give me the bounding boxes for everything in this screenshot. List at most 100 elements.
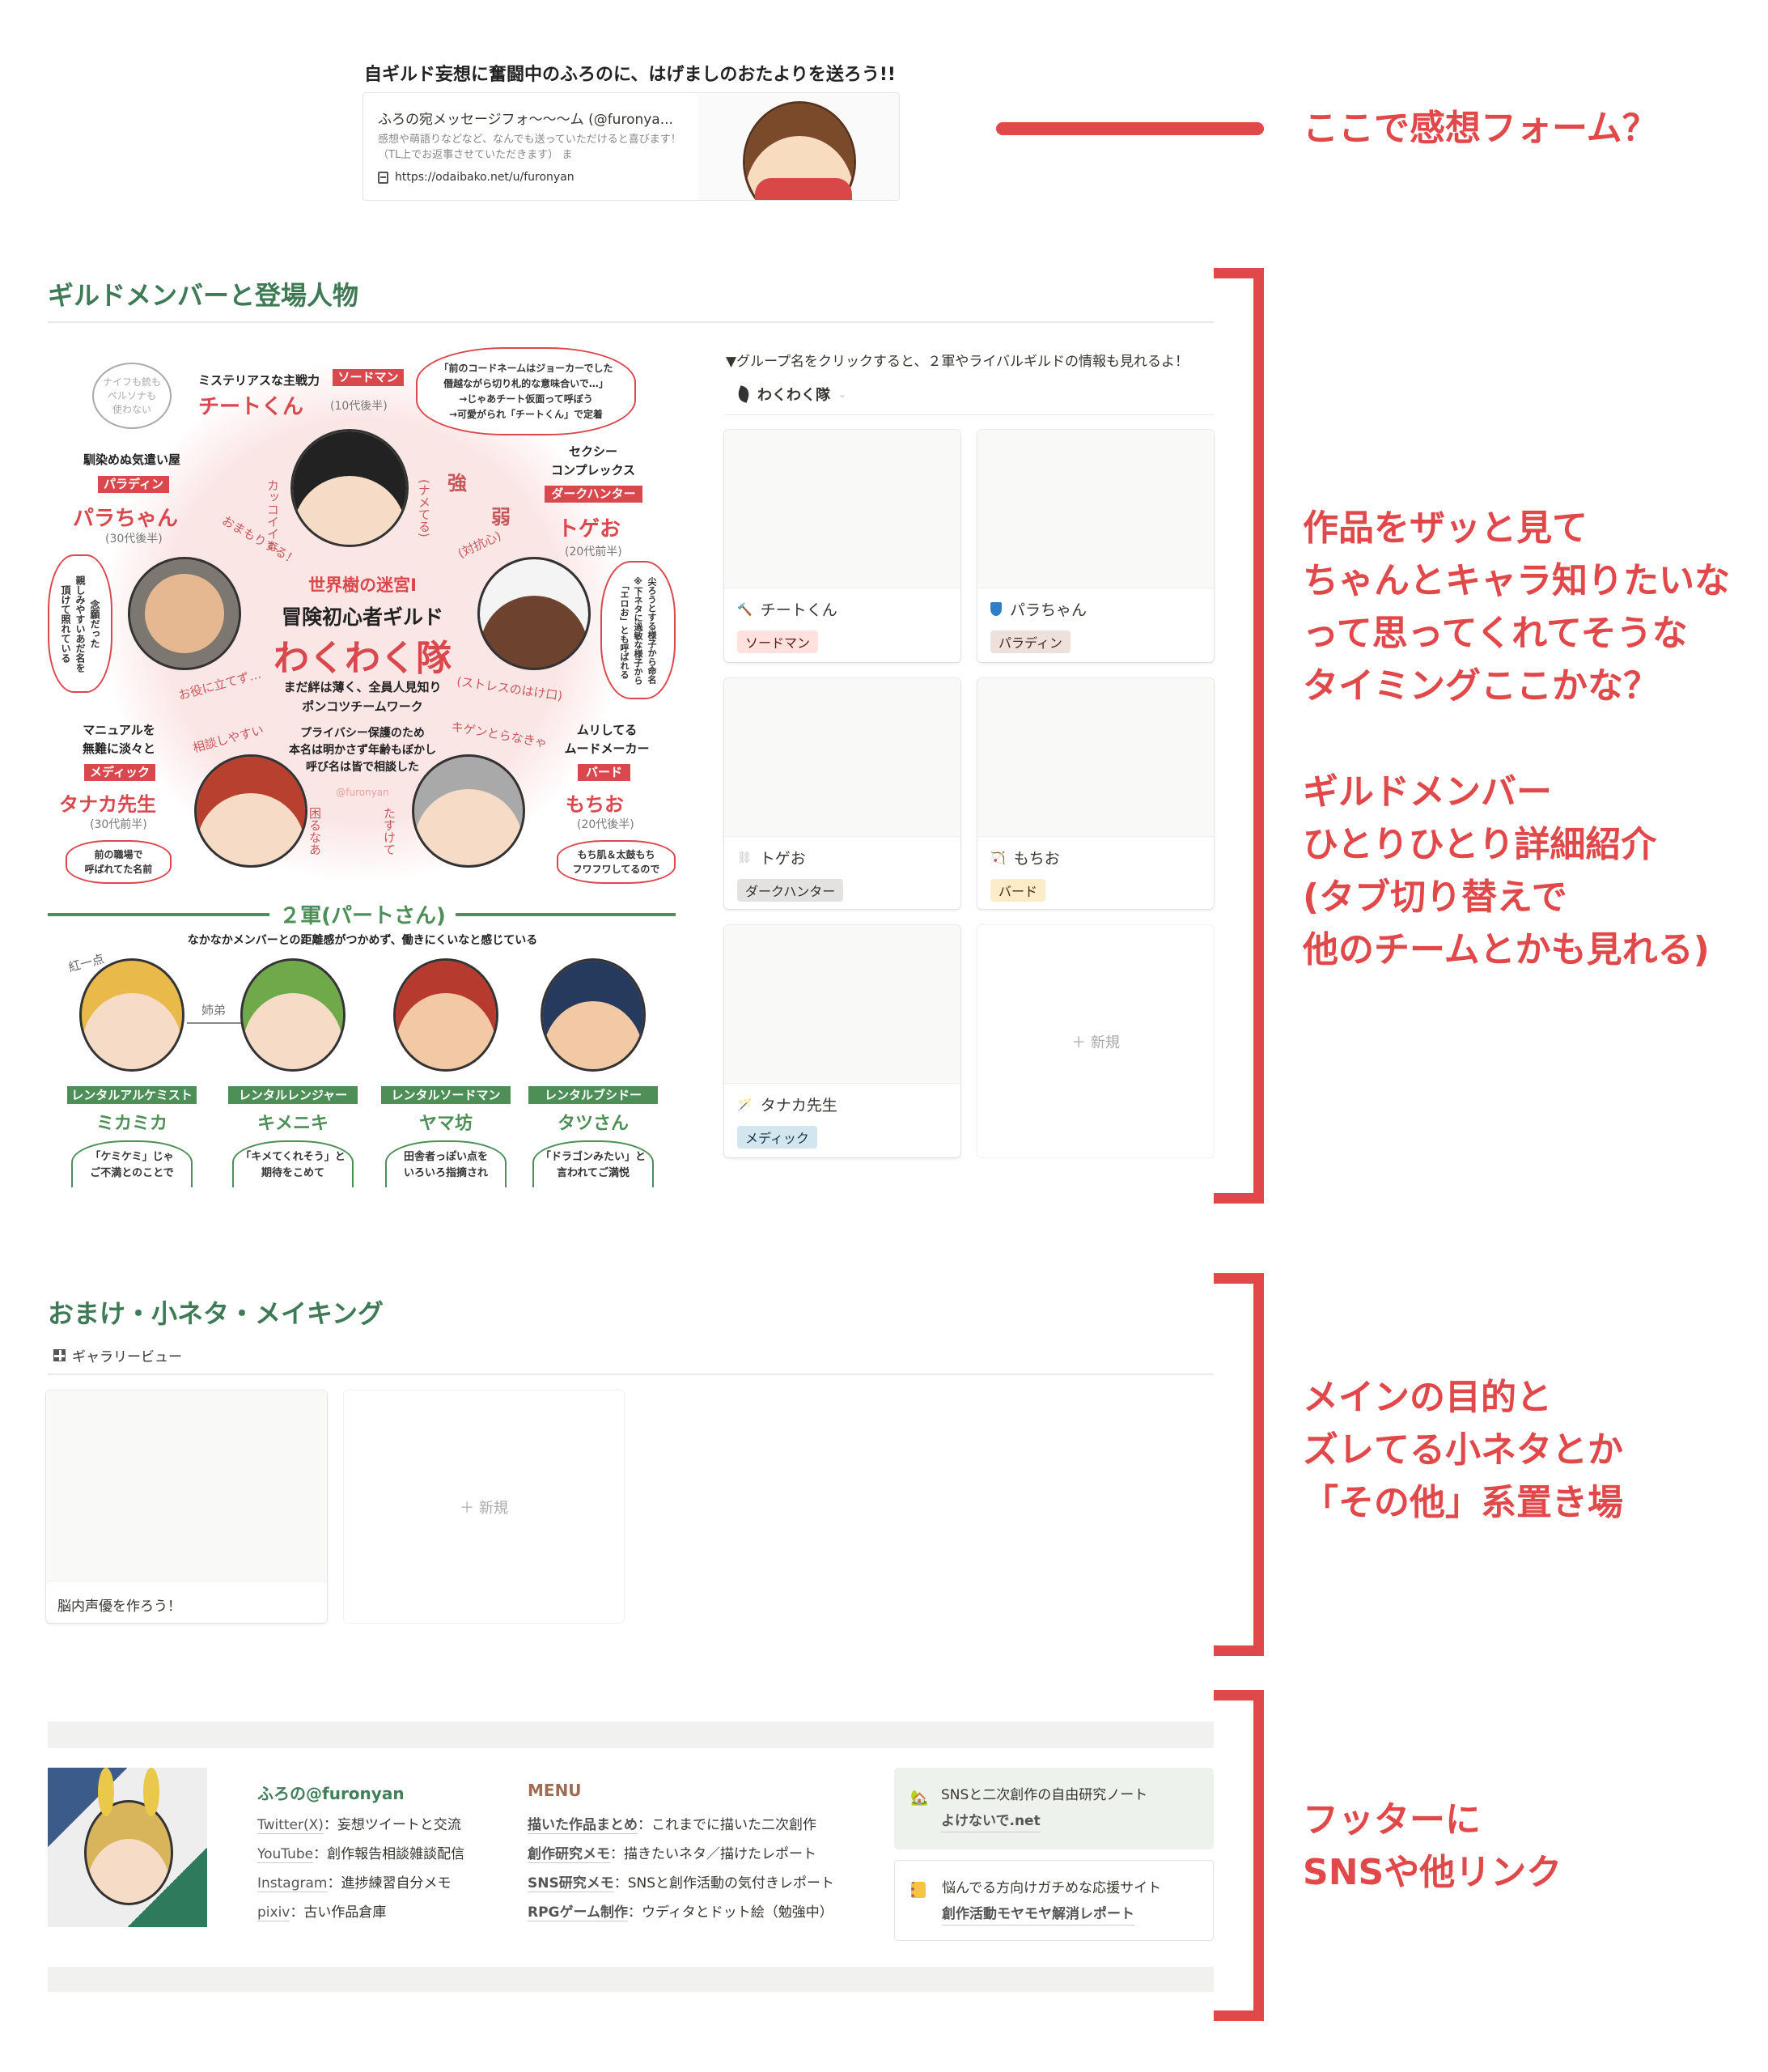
group-tab-label: わくわく隊 — [757, 387, 830, 404]
mochi-caption-2: ムードメーカー — [564, 741, 650, 756]
card-tag: ソードマン — [737, 631, 819, 653]
link-label[interactable]: Instagram — [257, 1875, 328, 1892]
menu-link-sns-notes[interactable]: SNS研究メモ：SNSと創作活動の気付きレポート — [528, 1871, 834, 1892]
mochi-caption-1: ムリしてる — [576, 723, 638, 737]
sns-link-instagram[interactable]: Instagram：進捗練習自分メモ — [257, 1871, 452, 1892]
siblings-arrow — [187, 1022, 244, 1024]
second-name: ヤマ坊 — [418, 1114, 473, 1134]
para-age: (30代後半) — [105, 533, 163, 546]
link-label[interactable]: 描いた作品まとめ — [528, 1817, 638, 1834]
bookmark-url: https://odaibako.net/u/furonyan — [395, 171, 574, 184]
house-icon: 🏡 — [910, 1790, 929, 1807]
toge-face — [477, 557, 591, 670]
tanaka-job: メディック — [84, 764, 155, 781]
cheat-age: (10代後半) — [330, 400, 388, 413]
privacy-2: 本名は明かさず年齢もぼかし — [289, 744, 436, 757]
guild-illustration: 世界樹の迷宮Ⅰ 冒険初心者ギルド わくわく隊 まだ絆は薄く、全員人見知り ポンコ… — [48, 346, 676, 1187]
callout-link[interactable]: 創作活動モヤモヤ解消レポート — [942, 1904, 1134, 1926]
second-bubble: 田舎者っぽい点を いろいろ指摘され — [385, 1140, 507, 1187]
annotation-line-text: 他のチームとかも見れる) — [1303, 929, 1710, 970]
cheat-face — [290, 429, 409, 547]
group-divider — [724, 414, 1214, 415]
card-tag: パラディン — [990, 631, 1071, 653]
member-card[interactable]: パラちゃん パラディン — [977, 430, 1214, 662]
annotation-line-text: ひとりひとり詳細紹介 — [1303, 824, 1657, 865]
extras-divider — [48, 1374, 1214, 1375]
sns-link-youtube[interactable]: YouTube：創作報告相談雑談配信 — [257, 1842, 465, 1863]
relation-label: 強 — [447, 472, 467, 495]
member-card[interactable]: 🔨 チートくん ソードマン — [724, 430, 960, 662]
gallery-view-tab[interactable]: ギャラリービュー — [53, 1345, 182, 1365]
mochi-name: もちお — [566, 793, 624, 816]
annotation-line-text: フッターに — [1303, 1799, 1481, 1841]
link-label[interactable]: 創作研究メモ — [528, 1846, 610, 1863]
member-card[interactable]: ⛓ トゲお ダークハンター — [724, 678, 960, 909]
menu-link-creation-notes[interactable]: 創作研究メモ：描きたいネタ／描けたレポート — [528, 1842, 816, 1863]
second-job: レンタルレンジャー — [228, 1086, 358, 1104]
tanaka-bubble: 前の職場で 呼ばれてた名前 — [66, 840, 172, 884]
card-cover — [977, 430, 1214, 588]
card-title: チートくん — [760, 601, 837, 619]
bookmark-title: ふろの宛メッセージフォ〜〜〜ム (@furonya... — [378, 112, 673, 128]
notebook-icon — [911, 1882, 926, 1898]
annotation-line-text: 「その他」系置き場 — [1303, 1482, 1623, 1523]
title-party: わくわく隊 — [273, 638, 452, 679]
second-team-heading: ２軍(パートさん) — [269, 899, 456, 929]
new-card-button[interactable]: ＋ 新規 — [977, 925, 1214, 1157]
card-title: パラちゃん — [1010, 601, 1088, 619]
callout-link[interactable]: よけないで.net — [941, 1811, 1041, 1832]
second-job: レンタルアルケミスト — [67, 1086, 197, 1104]
sns-link-twitter[interactable]: Twitter(X)：妄想ツイートと交流 — [257, 1813, 461, 1834]
bookmark-description: 感想や萌語りなどなど、なんでも送っていただけると喜びます！（TL上でお返事させて… — [378, 134, 681, 161]
link-label[interactable]: YouTube — [257, 1846, 314, 1863]
footer-top-bar — [48, 1722, 1214, 1748]
link-description: ：これまでに描いた二次創作 — [638, 1817, 816, 1833]
link-description: ：妄想ツイートと交流 — [323, 1817, 461, 1833]
card-title: トゲお — [759, 850, 806, 868]
mochi-age: (20代後半) — [577, 818, 634, 831]
annotation-line-text: SNSや他リンク — [1303, 1852, 1562, 1893]
member-card[interactable]: 🏹 もちお バード — [977, 678, 1214, 909]
bookmark-card[interactable]: ふろの宛メッセージフォ〜〜〜ム (@furonya... 感想や萌語りなどなど、… — [363, 92, 900, 201]
annotation-line-text: メインの目的と — [1303, 1377, 1552, 1418]
card-tag: ダークハンター — [737, 879, 844, 902]
bookmark-thumbnail — [698, 93, 899, 200]
privacy-3: 呼び名は皆で相談した — [306, 761, 419, 774]
link-description: ：SNSと創作活動の気付きレポート — [613, 1875, 835, 1892]
callout-moyamoya[interactable]: 悩んでる方向けガチめな応援サイト 創作活動モヤモヤ解消レポート — [894, 1860, 1214, 1941]
callout-yokenaide[interactable]: 🏡 SNSと二次創作の自由研究ノート よけないで.net — [894, 1768, 1214, 1849]
menu-link-rpg[interactable]: RPGゲーム制作：ウディタとドット絵（勉強中） — [528, 1900, 833, 1921]
link-label[interactable]: pixiv — [257, 1904, 290, 1921]
tanaka-caption-1: マニュアルを — [83, 723, 155, 737]
annotation-line-text: ギルドメンバー — [1303, 771, 1552, 813]
bookmark-url-row: https://odaibako.net/u/furonyan — [378, 171, 574, 184]
group-tab-wakuwaku[interactable]: わくわく隊 ⌄ — [736, 384, 846, 405]
link-description: ：古い作品倉庫 — [290, 1904, 387, 1921]
relation-label: 困るなあ — [307, 807, 322, 856]
menu-link-works[interactable]: 描いた作品まとめ：これまでに描いた二次創作 — [528, 1813, 816, 1834]
cheat-bubble: 「前のコードネームはジョーカーでした 僭越ながら切り札的な意味合いで…」 →じゃ… — [416, 347, 636, 435]
members-heading: ギルドメンバーと登場人物 — [48, 280, 359, 311]
shield-icon — [990, 602, 1002, 616]
gallery-card[interactable]: 脳内声優を作ろう！ — [46, 1391, 327, 1623]
second-job: レンタルブシドー — [528, 1086, 658, 1104]
relation-label: (ナメてる) — [417, 479, 431, 537]
annotation-form: ここで感想フォーム？ — [1303, 108, 1658, 149]
credit: @furonyan — [336, 787, 389, 798]
tanaka-caption-2: 無難に淡々と — [82, 741, 156, 756]
card-title: もちお — [1013, 850, 1060, 868]
relation-label: 弱 — [491, 506, 511, 529]
menu-title: MENU — [528, 1781, 582, 1800]
card-cover — [977, 678, 1214, 837]
link-description: ：創作報告相談雑談配信 — [313, 1846, 465, 1862]
link-label[interactable]: Twitter(X) — [257, 1817, 324, 1834]
new-gallery-card-button[interactable]: ＋ 新規 — [344, 1391, 624, 1623]
link-description: ：描きたいネタ／描けたレポート — [610, 1846, 816, 1862]
chains-icon: ⛓ — [737, 851, 752, 864]
sns-link-pixiv[interactable]: pixiv：古い作品倉庫 — [257, 1900, 386, 1921]
link-label[interactable]: RPGゲーム制作 — [528, 1904, 628, 1921]
member-card[interactable]: 🪄 タナカ先生 メディック — [724, 925, 960, 1157]
second-name: キメニキ — [257, 1114, 329, 1134]
footer-avatar — [48, 1768, 207, 1927]
link-label[interactable]: SNS研究メモ — [528, 1875, 614, 1892]
